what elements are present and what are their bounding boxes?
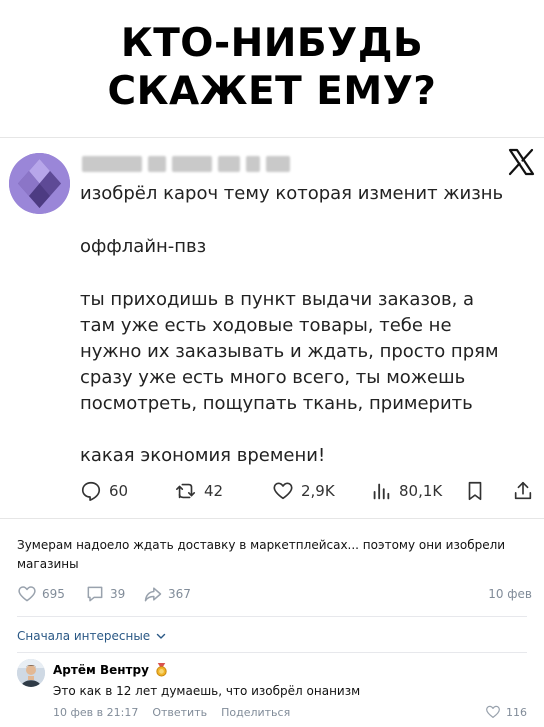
heart-icon	[486, 705, 500, 718]
meme-title-line2: СКАЖЕТ ЕМУ?	[107, 69, 437, 114]
comment-meta: 10 фев в 21:17 Ответить Поделиться	[53, 706, 290, 719]
views-button[interactable]: 80,1K	[370, 476, 442, 506]
bookmark-icon	[468, 481, 482, 501]
reply-count: 60	[109, 482, 129, 500]
x-logo-icon	[508, 148, 535, 176]
meme-title-line1: КТО-НИБУДЬ	[120, 21, 424, 66]
post-comment-button[interactable]: 39	[85, 583, 125, 605]
divider	[17, 652, 527, 653]
post-date[interactable]: 10 фев	[488, 583, 532, 605]
retweet-count: 42	[204, 482, 224, 500]
reply-button[interactable]: 60	[80, 476, 128, 506]
divider	[0, 518, 544, 519]
share-arrow-icon	[144, 587, 162, 602]
like-button[interactable]: 2,9K	[272, 476, 335, 506]
share-button[interactable]	[512, 476, 541, 506]
comments-sort-dropdown[interactable]: Сначала интересные	[17, 629, 166, 643]
post-actions: 695 39 367 10 фев	[17, 583, 532, 605]
comment-like-count: 116	[506, 705, 527, 719]
post-share-button[interactable]: 367	[143, 583, 191, 605]
comment-reply-link[interactable]: Ответить	[152, 706, 207, 719]
tweet-text-paragraph: ты приходишь в пункт выдачи заказов, а т…	[80, 289, 499, 414]
heart-icon	[18, 586, 36, 602]
sort-label-text: Сначала интересные	[17, 629, 151, 643]
divider	[17, 616, 527, 617]
share-icon	[514, 481, 532, 500]
retweet-button[interactable]: 42	[175, 476, 223, 506]
post-like-button[interactable]: 695	[17, 583, 65, 605]
post-share-count: 367	[168, 587, 191, 601]
comment-share-link[interactable]: Поделиться	[221, 706, 290, 719]
post-comment-count: 39	[110, 587, 126, 601]
comment-like-button[interactable]: 116	[485, 704, 527, 720]
username-blurred	[82, 156, 290, 172]
comment-text: Это как в 12 лет думаешь, что изобрёл он…	[53, 684, 361, 698]
tweet-avatar[interactable]	[9, 153, 70, 214]
comment-author[interactable]: Артём Вентру	[53, 662, 169, 677]
medal-icon	[156, 662, 167, 677]
reply-icon	[81, 481, 101, 501]
divider	[0, 137, 544, 138]
retweet-icon	[176, 483, 196, 499]
comment-avatar[interactable]	[17, 659, 45, 687]
bookmark-button[interactable]	[464, 476, 493, 506]
heart-icon	[273, 482, 293, 500]
tweet-text-line1: изобрёл кароч тему которая изменит жизнь	[80, 183, 504, 204]
views-icon	[373, 483, 390, 500]
comment-icon	[87, 586, 103, 602]
comment-author-name: Артём Вентру	[53, 662, 149, 677]
tweet-text-line2: оффлайн-пвз	[80, 236, 207, 257]
comment-date[interactable]: 10 фев в 21:17	[53, 706, 138, 719]
views-count: 80,1K	[399, 482, 443, 500]
tweet-text-line4: какая экономия времени!	[80, 445, 326, 466]
post-like-count: 695	[42, 587, 65, 601]
like-count: 2,9K	[301, 482, 335, 500]
chevron-down-icon	[156, 633, 166, 639]
tweet-metrics: 60 42 2,9K 80,1K	[80, 476, 540, 506]
avatar-photo-icon	[17, 659, 45, 687]
avatar-diamond-icon	[9, 153, 70, 214]
post-caption: Зумерам надоело ждать доставку в маркетп…	[17, 538, 506, 571]
